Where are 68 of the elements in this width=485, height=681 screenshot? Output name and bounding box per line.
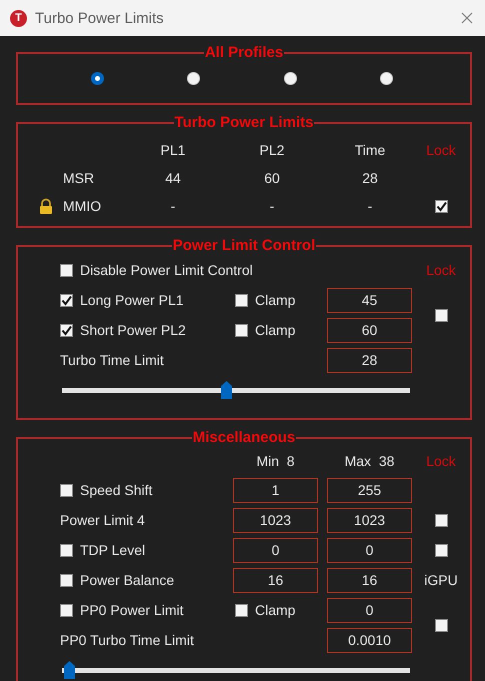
group-title: Power Limit Control: [172, 237, 316, 255]
input-field[interactable]: 0: [327, 598, 412, 622]
close-icon[interactable]: [461, 12, 473, 24]
checkbox[interactable]: [60, 484, 73, 496]
input-field[interactable]: 255: [327, 478, 412, 502]
field-label: PP0 Turbo Time Limit: [59, 632, 195, 648]
lock-label: Lock: [426, 142, 456, 158]
column-header: Min 8: [256, 453, 295, 469]
checkbox-label: TDP Level: [80, 542, 146, 558]
field-label: Turbo Time Limit: [59, 352, 165, 368]
slider-thumb[interactable]: [64, 661, 75, 679]
window-title: Turbo Power Limits: [35, 10, 165, 26]
table-cell: 28: [362, 170, 378, 186]
input-field[interactable]: 60: [327, 318, 412, 342]
input-field[interactable]: 0.0010: [327, 628, 412, 652]
lock-checkbox[interactable]: [434, 544, 448, 556]
group-title: Turbo Power Limits: [174, 114, 314, 132]
row-label: MMIO: [62, 198, 102, 214]
input-field[interactable]: 16: [233, 568, 318, 592]
input-field[interactable]: 16: [327, 568, 412, 592]
input-field[interactable]: 1: [233, 478, 318, 502]
lock-label: Lock: [426, 262, 456, 278]
input-field[interactable]: 0: [233, 538, 318, 562]
radio-button[interactable]: [90, 72, 104, 85]
checkbox[interactable]: [60, 544, 73, 556]
checkbox[interactable]: [235, 604, 248, 616]
checkbox[interactable]: [60, 604, 73, 616]
checkbox-label: PP0 Power Limit: [80, 602, 184, 618]
checkbox-label: Clamp: [255, 322, 296, 338]
checkbox[interactable]: [60, 264, 73, 276]
input-field[interactable]: 1023: [327, 508, 412, 532]
checkbox-label: Speed Shift: [80, 482, 152, 498]
app-logo: T: [10, 10, 27, 26]
column-header: Time: [354, 142, 386, 158]
checkbox[interactable]: [60, 574, 73, 586]
checkbox-label: Disable Power Limit Control: [80, 262, 253, 278]
column-header: PL2: [260, 142, 284, 158]
group-title: Miscellaneous: [192, 429, 296, 447]
field-label: Power Limit 4: [59, 512, 146, 528]
lock-checkbox[interactable]: [434, 514, 448, 526]
table-cell: -: [170, 198, 176, 214]
checkbox-label: Power Balance: [80, 572, 174, 588]
row-label: MSR: [62, 170, 96, 186]
input-field[interactable]: 1023: [233, 508, 318, 532]
lock-checkbox[interactable]: [434, 618, 448, 632]
checkbox[interactable]: [235, 294, 248, 306]
table-cell: 60: [264, 170, 280, 186]
lock-label: Lock: [426, 453, 456, 469]
table-cell: -: [368, 198, 372, 214]
table-cell: -: [270, 198, 274, 214]
checkbox-label: Short Power PL2: [80, 322, 186, 338]
lock-checkbox[interactable]: [434, 200, 448, 212]
column-header: PL1: [160, 142, 186, 158]
group-title: All Profiles: [204, 44, 284, 62]
checkbox[interactable]: [60, 294, 73, 306]
checkbox-label: Clamp: [255, 292, 296, 308]
table-cell: 44: [165, 170, 181, 186]
checkbox[interactable]: [60, 324, 73, 336]
checkbox-label: Clamp: [255, 602, 296, 618]
slider-thumb[interactable]: [220, 381, 232, 399]
input-field[interactable]: 28: [327, 348, 412, 372]
checkbox-label: Long Power PL1: [80, 292, 184, 308]
lock-checkbox[interactable]: [434, 308, 448, 322]
column-header: Max 38: [344, 453, 394, 469]
checkbox[interactable]: [235, 324, 248, 336]
input-field[interactable]: 45: [327, 288, 412, 312]
side-label: iGPU: [424, 572, 458, 588]
input-field[interactable]: 0: [327, 538, 412, 562]
